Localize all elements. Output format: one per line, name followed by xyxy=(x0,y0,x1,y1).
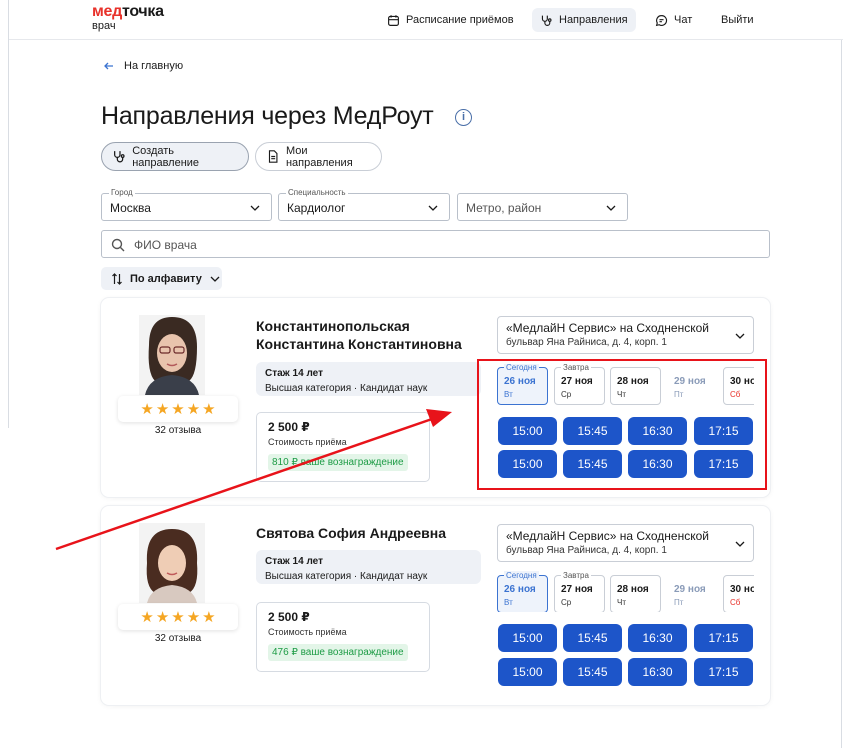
annotation-arrow xyxy=(55,409,452,551)
